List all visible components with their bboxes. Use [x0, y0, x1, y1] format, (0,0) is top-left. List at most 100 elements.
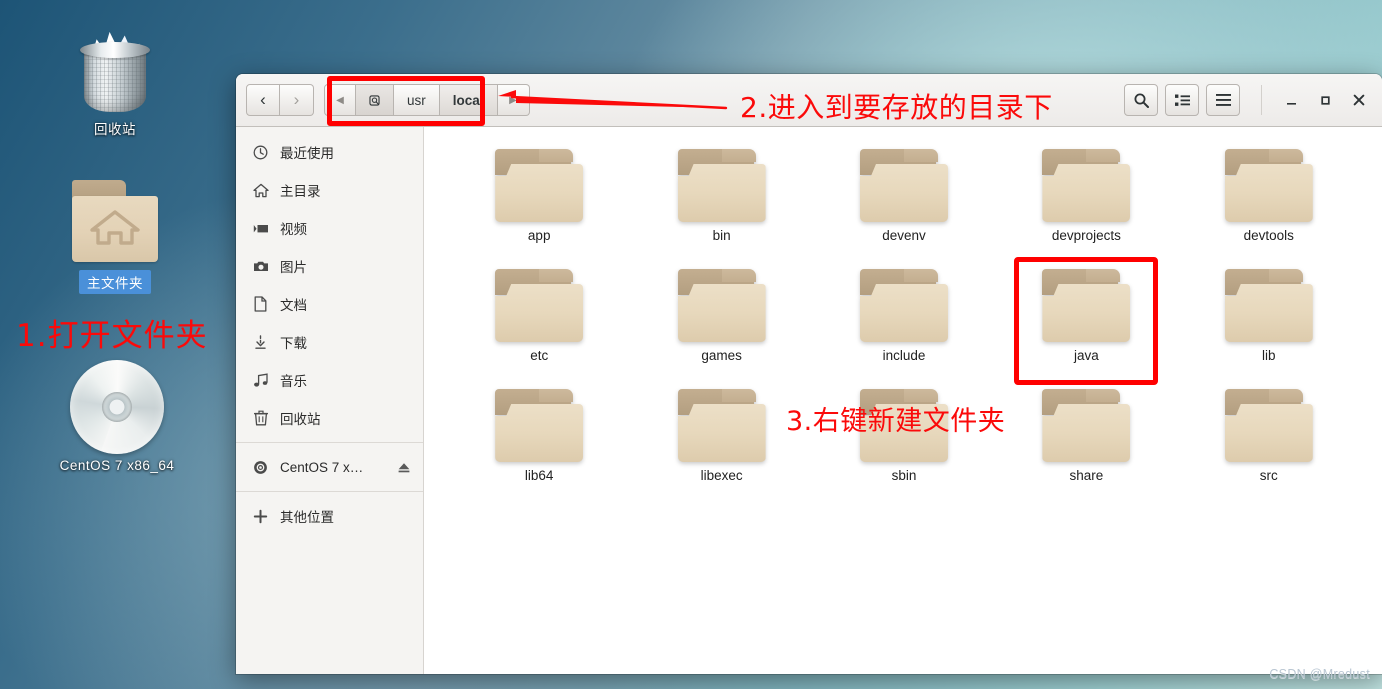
- annotation-arrow: [498, 90, 728, 110]
- file-item-label: sbin: [891, 468, 917, 483]
- file-item[interactable]: devprojects: [995, 143, 1177, 247]
- sidebar-item-device-centos[interactable]: CentOS 7 x…: [236, 448, 423, 486]
- close-icon: [1353, 94, 1365, 106]
- sidebar-item-documents[interactable]: 文档: [236, 285, 423, 323]
- optical-disc-icon: [70, 360, 164, 454]
- sidebar-item-label: 文档: [280, 298, 307, 313]
- sidebar-item-recent[interactable]: 最近使用: [236, 133, 423, 171]
- file-list-view[interactable]: app bin devenv devprojects devtools etc …: [424, 127, 1382, 674]
- search-button[interactable]: [1124, 84, 1158, 116]
- minimize-icon: [1286, 102, 1296, 105]
- trash-icon: [76, 28, 154, 114]
- folder-icon: [1223, 269, 1315, 343]
- video-icon: [252, 220, 269, 237]
- annotation-step-1: 1.打开文件夹: [16, 318, 208, 354]
- folder-icon: [858, 269, 950, 343]
- sidebar-item-label: 音乐: [280, 374, 307, 389]
- folder-icon: [1223, 149, 1315, 223]
- sidebar-item-videos[interactable]: 视频: [236, 209, 423, 247]
- search-icon: [1134, 93, 1149, 108]
- file-item-label: src: [1259, 468, 1278, 483]
- minimize-button[interactable]: [1276, 85, 1306, 115]
- folder-icon: [1040, 389, 1132, 463]
- file-manager-window: ‹ › ◀ usr local ▶ 最近使用 主目录 视频 图片 文档 下载 音…: [236, 74, 1382, 674]
- forward-button[interactable]: ›: [280, 84, 314, 116]
- file-item[interactable]: src: [1178, 383, 1360, 487]
- music-icon: [252, 372, 269, 389]
- file-item-label: share: [1069, 468, 1104, 483]
- file-item[interactable]: share: [995, 383, 1177, 487]
- file-item[interactable]: games: [630, 263, 812, 367]
- desktop-icon-label-home-folder: 主文件夹: [79, 270, 151, 294]
- sidebar-item-label: 主目录: [280, 184, 321, 199]
- folder-icon: [493, 149, 585, 223]
- folder-icon: [493, 389, 585, 463]
- watermark: CSDN @Mredust: [1269, 667, 1370, 681]
- file-item-label: devenv: [882, 228, 926, 243]
- document-icon: [252, 296, 269, 313]
- places-sidebar: 最近使用 主目录 视频 图片 文档 下载 音乐 回收站 CentOS 7 x… …: [236, 127, 424, 674]
- sidebar-item-label: 最近使用: [280, 146, 334, 161]
- folder-icon: [1223, 389, 1315, 463]
- sidebar-item-label: 其他位置: [280, 510, 334, 525]
- folder-icon: [676, 149, 768, 223]
- header-toolbar: [1124, 84, 1374, 116]
- folder-icon: [676, 269, 768, 343]
- file-item-label: lib: [1262, 348, 1276, 363]
- sidebar-item-downloads[interactable]: 下载: [236, 323, 423, 361]
- desktop-icon-cdrom[interactable]: CentOS 7 x86_64: [42, 360, 192, 473]
- desktop-icon-trash[interactable]: 回收站: [40, 28, 190, 138]
- plus-icon: [252, 508, 269, 525]
- file-item[interactable]: bin: [630, 143, 812, 247]
- desktop-icon-home-folder[interactable]: 主文件夹: [40, 180, 190, 294]
- sidebar-item-label: 下载: [280, 336, 307, 351]
- sidebar-item-music[interactable]: 音乐: [236, 361, 423, 399]
- file-item[interactable]: lib: [1178, 263, 1360, 367]
- menu-button[interactable]: [1206, 84, 1240, 116]
- file-item-label: devprojects: [1051, 228, 1121, 243]
- file-item-label: etc: [530, 348, 549, 363]
- file-item[interactable]: etc: [448, 263, 630, 367]
- window-controls: [1261, 85, 1374, 115]
- folder-icon: [676, 389, 768, 463]
- file-item[interactable]: include: [813, 263, 995, 367]
- sidebar-item-label: 图片: [280, 260, 307, 275]
- file-item-label: devtools: [1243, 228, 1294, 243]
- file-item-java[interactable]: java: [995, 257, 1177, 385]
- folder-icon: [858, 149, 950, 223]
- list-view-icon: [1174, 94, 1190, 106]
- file-item[interactable]: app: [448, 143, 630, 247]
- back-button[interactable]: ‹: [246, 84, 280, 116]
- trash-icon: [252, 410, 269, 427]
- file-item-label: bin: [712, 228, 731, 243]
- file-item-label: libexec: [700, 468, 743, 483]
- file-item-label: java: [1074, 348, 1099, 363]
- window-body: 最近使用 主目录 视频 图片 文档 下载 音乐 回收站 CentOS 7 x… …: [236, 127, 1382, 674]
- close-button[interactable]: [1344, 85, 1374, 115]
- sidebar-item-label: CentOS 7 x…: [280, 459, 364, 475]
- path-root-button[interactable]: [356, 84, 394, 116]
- view-options-button[interactable]: [1165, 84, 1199, 116]
- breadcrumb-item-usr[interactable]: usr: [394, 84, 440, 116]
- sidebar-item-trash[interactable]: 回收站: [236, 399, 423, 437]
- file-item-label: lib64: [524, 468, 554, 483]
- sidebar-item-home[interactable]: 主目录: [236, 171, 423, 209]
- optical-disc-icon: [252, 459, 269, 476]
- filesystem-root-icon: [369, 94, 380, 106]
- desktop-icon-label-cdrom: CentOS 7 x86_64: [59, 458, 175, 473]
- file-item[interactable]: devenv: [813, 143, 995, 247]
- home-icon: [252, 182, 269, 199]
- folder-icon: [1040, 269, 1132, 343]
- file-item-label: games: [701, 348, 742, 363]
- sidebar-item-pictures[interactable]: 图片: [236, 247, 423, 285]
- maximize-button[interactable]: [1310, 85, 1340, 115]
- file-item[interactable]: devtools: [1178, 143, 1360, 247]
- sidebar-item-other-locations[interactable]: 其他位置: [236, 497, 423, 535]
- path-scroll-left-button[interactable]: ◀: [324, 84, 356, 116]
- file-item[interactable]: lib64: [448, 383, 630, 487]
- eject-icon[interactable]: [396, 461, 411, 474]
- camera-icon: [252, 258, 269, 275]
- download-icon: [252, 334, 269, 351]
- desktop-icon-label-trash: 回收站: [94, 122, 136, 137]
- sidebar-separator-2: [236, 491, 423, 492]
